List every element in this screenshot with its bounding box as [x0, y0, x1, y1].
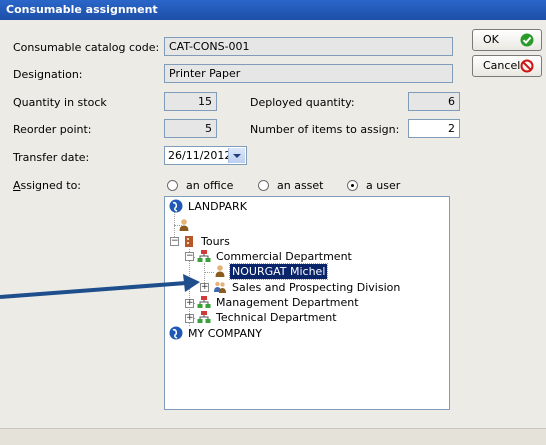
department-icon [197, 311, 211, 323]
tree-node-nourgat[interactable]: NOURGAT Michel [213, 263, 329, 280]
items-assign-label: Number of items to assign: [250, 123, 400, 136]
check-icon [520, 33, 534, 47]
expander-technical[interactable]: + [185, 314, 194, 323]
tree-node-landpark[interactable]: LANDPARK [169, 199, 249, 214]
radio-office-label: an office [186, 179, 234, 192]
tree-node-technical[interactable]: Technical Department [197, 310, 339, 325]
reorder-field[interactable]: 5 [164, 119, 217, 138]
expander-commercial[interactable]: − [185, 252, 194, 261]
radio-asset-label: an asset [277, 179, 324, 192]
user-icon [179, 219, 189, 231]
designation-field[interactable]: Printer Paper [164, 64, 453, 83]
cancel-button[interactable]: Cancel [472, 55, 542, 77]
chevron-down-icon[interactable] [228, 148, 245, 163]
transfer-date-label: Transfer date: [13, 151, 90, 164]
items-assign-field[interactable]: 2 [408, 119, 460, 138]
quantity-stock-label: Quantity in stock [13, 96, 107, 109]
tree-node-tours[interactable]: Tours [182, 234, 232, 249]
expander-sales[interactable]: + [200, 283, 209, 292]
radio-user-label: a user [366, 179, 401, 192]
assigned-to-label: Assigned to: [13, 179, 81, 192]
catalog-code-field[interactable]: CAT-CONS-001 [164, 37, 453, 56]
group-icon [214, 281, 226, 293]
reorder-label: Reorder point: [13, 123, 92, 136]
assignee-tree[interactable]: LANDPARK − Tours − Commercial Department… [164, 196, 450, 410]
user-icon [215, 265, 225, 277]
tree-node-sales[interactable]: Sales and Prospecting Division [213, 280, 402, 295]
expander-management[interactable]: + [185, 299, 194, 308]
status-bar [0, 428, 546, 445]
deployed-label: Deployed quantity: [250, 96, 355, 109]
tree-node-management[interactable]: Management Department [197, 295, 361, 310]
radio-asset[interactable] [258, 180, 269, 191]
ok-button[interactable]: OK [472, 29, 542, 51]
catalog-code-label: Consumable catalog code: [13, 41, 160, 54]
building-icon [185, 236, 193, 247]
ok-button-label: OK [483, 33, 499, 46]
tree-node-user[interactable] [177, 218, 194, 233]
radio-user[interactable] [347, 180, 358, 191]
globe-icon [169, 199, 183, 213]
quantity-stock-field[interactable]: 15 [164, 92, 217, 111]
department-icon [197, 296, 211, 308]
transfer-date-value: 26/11/2012 [168, 149, 232, 162]
deployed-field[interactable]: 6 [408, 92, 460, 111]
radio-office[interactable] [167, 180, 178, 191]
no-entry-icon [520, 59, 534, 73]
cancel-button-label: Cancel [483, 59, 521, 72]
department-icon [197, 250, 211, 262]
expander-tours[interactable]: − [170, 237, 179, 246]
tree-node-commercial[interactable]: Commercial Department [197, 249, 354, 264]
globe-icon [169, 326, 183, 340]
designation-label: Designation: [13, 68, 83, 81]
window-title: Consumable assignment [0, 0, 546, 20]
transfer-date-picker[interactable]: 26/11/2012 [164, 146, 247, 165]
tree-node-mycompany[interactable]: MY COMPANY [169, 326, 264, 341]
